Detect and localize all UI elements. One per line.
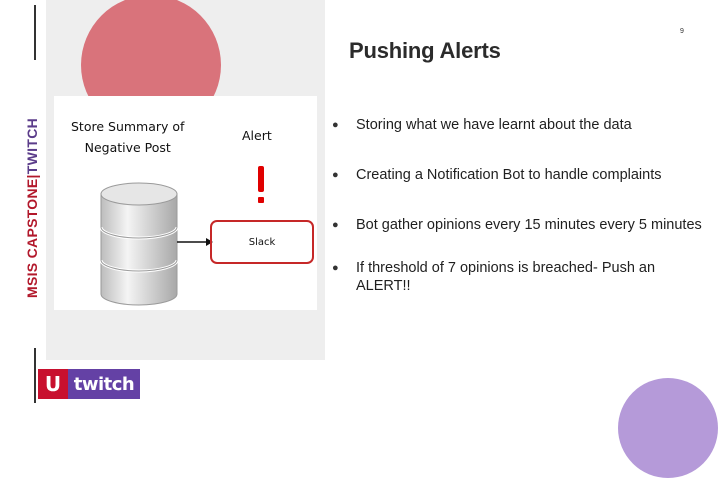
side-label-brand: TWITCH	[24, 117, 40, 175]
slide-title: Pushing Alerts	[349, 38, 501, 63]
u-logo-icon: U	[38, 369, 68, 399]
bullet-list: Storing what we have learnt about the da…	[332, 116, 702, 327]
u-twitch-logo: U twitch	[38, 369, 140, 399]
bullet-item: If threshold of 7 opinions is breached- …	[332, 259, 702, 295]
twitch-logo-icon: twitch	[68, 369, 140, 399]
summary-line-2: Negative Post	[84, 140, 171, 155]
slack-label: Slack	[248, 236, 276, 248]
divider-line-bottom	[34, 348, 36, 403]
side-label-separator: |	[24, 174, 40, 179]
arrow-icon	[177, 238, 213, 246]
side-label-main: MSIS CAPSTONE	[24, 178, 40, 298]
diagram-alert-label: Alert	[242, 128, 272, 143]
bullet-item: Bot gather opinions every 15 minutes eve…	[332, 216, 702, 234]
exclamation-icon	[258, 166, 264, 203]
bullet-item: Creating a Notification Bot to handle co…	[332, 166, 702, 184]
bullet-item: Storing what we have learnt about the da…	[332, 116, 702, 134]
database-icon	[99, 182, 179, 306]
divider-line-top	[34, 5, 36, 60]
decorative-circle-bottom	[618, 378, 718, 478]
diagram-summary-label: Store Summary of Negative Post	[71, 116, 184, 158]
alert-diagram: Store Summary of Negative Post Alert Sla…	[54, 96, 317, 310]
slack-box: Slack	[210, 220, 314, 264]
side-label: MSIS CAPSTONE|TWITCH	[24, 118, 40, 298]
page-number: 9	[680, 28, 684, 35]
summary-line-1: Store Summary of	[71, 119, 185, 134]
